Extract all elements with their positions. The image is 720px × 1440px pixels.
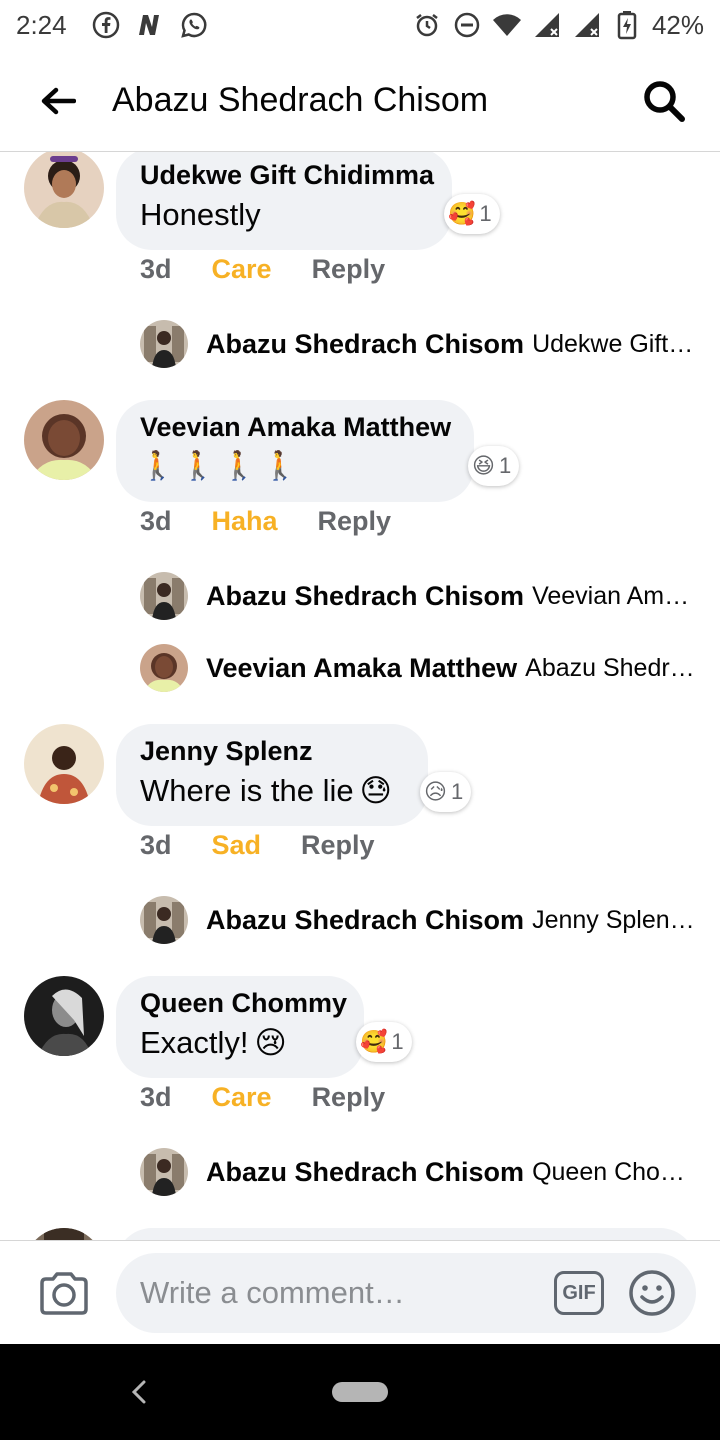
comment-author[interactable]: Udekwe Gift Chidimma bbox=[140, 160, 434, 191]
reaction-count-chip[interactable]: 😆 1 bbox=[468, 446, 520, 486]
page-title: Abazu Shedrach Chisom bbox=[112, 81, 489, 119]
avatar[interactable] bbox=[24, 724, 104, 804]
reply-button[interactable]: Reply bbox=[301, 830, 375, 861]
reply-author: Abazu Shedrach Chisom bbox=[206, 328, 525, 359]
reply-avatar bbox=[140, 320, 188, 368]
battery-percent: 42% bbox=[651, 9, 704, 40]
comment-time: 3d bbox=[140, 830, 172, 860]
reply-snippet: Veevian Am… bbox=[532, 581, 690, 610]
signal-icon-2 bbox=[572, 10, 602, 40]
comment-author[interactable]: Veevian Amaka Matthew bbox=[140, 412, 451, 443]
comment-feed[interactable]: Udekwe Gift Chidimma Honestly 🥰 1 3d Car… bbox=[0, 152, 720, 1240]
reply-author: Abazu Shedrach Chisom bbox=[206, 580, 525, 611]
avatar[interactable] bbox=[24, 152, 104, 228]
search-icon bbox=[644, 80, 685, 122]
system-status-icons: 42% bbox=[412, 10, 704, 41]
comment-time: 3d bbox=[140, 506, 172, 536]
sad-reaction-icon: 😥 bbox=[424, 779, 447, 804]
signal-icon bbox=[532, 10, 562, 40]
reaction-count: 1 bbox=[391, 1029, 404, 1054]
facebook-notification-icon bbox=[91, 10, 121, 40]
status-bar: 2:24 42% bbox=[0, 0, 720, 50]
reply-button[interactable]: Reply bbox=[312, 1082, 386, 1113]
care-reaction-icon: 🥰 bbox=[448, 201, 476, 226]
reply-avatar bbox=[140, 1148, 188, 1196]
system-nav-bar bbox=[0, 1344, 720, 1440]
camera-button[interactable] bbox=[36, 1265, 92, 1321]
reaction-count: 1 bbox=[498, 453, 512, 478]
reaction-count-chip[interactable]: 🥰 1 bbox=[356, 1022, 412, 1062]
camera-icon bbox=[40, 1271, 88, 1315]
reply-author: Abazu Shedrach Chisom bbox=[206, 1156, 525, 1187]
reply-button[interactable]: Reply bbox=[318, 506, 392, 537]
whatsapp-icon bbox=[179, 10, 209, 40]
reply-preview[interactable]: Veevian Amaka Matthew Abazu Shedr… bbox=[140, 644, 700, 692]
reply-author: Abazu Shedrach Chisom bbox=[206, 904, 525, 935]
alarm-icon bbox=[412, 10, 442, 40]
reply-avatar bbox=[140, 644, 188, 692]
wifi-icon bbox=[492, 10, 522, 40]
comment-actions: 3d Sad Reply bbox=[140, 830, 375, 861]
nav-home-pill[interactable] bbox=[332, 1382, 388, 1402]
comment-actions: 3d Haha Reply bbox=[140, 506, 391, 537]
reply-preview[interactable]: Abazu Shedrach Chisom Udekwe Gift… bbox=[140, 320, 700, 368]
reaction-button[interactable]: Haha bbox=[212, 506, 278, 537]
crying-face-emoji: 😢 bbox=[254, 1025, 287, 1060]
comment-author[interactable]: Queen Chommy bbox=[140, 988, 347, 1019]
reaction-button[interactable]: Care bbox=[212, 1082, 272, 1113]
reply-preview[interactable]: Abazu Shedrach Chisom Veevian Am… bbox=[140, 572, 700, 620]
do-not-disturb-icon bbox=[452, 10, 482, 40]
reply-snippet: Udekwe Gift… bbox=[532, 329, 694, 358]
comment-time: 3d bbox=[140, 1082, 172, 1112]
status-time: 2:24 bbox=[16, 9, 67, 40]
reply-preview[interactable]: Abazu Shedrach Chisom Queen Cho… bbox=[140, 1148, 700, 1196]
comment-actions: 3d Care Reply bbox=[140, 254, 385, 285]
avatar[interactable] bbox=[24, 400, 104, 480]
comment-author[interactable]: Jenny Splenz bbox=[140, 736, 404, 767]
battery-icon bbox=[612, 10, 642, 40]
nav-back-icon[interactable] bbox=[124, 1374, 154, 1410]
reply-author: Veevian Amaka Matthew bbox=[206, 652, 518, 683]
reply-snippet: Queen Cho… bbox=[532, 1157, 685, 1186]
comment-actions: 3d Care Reply bbox=[140, 1082, 385, 1113]
comment-text: 🚶🚶🚶🚶 bbox=[140, 450, 304, 481]
reaction-count: 1 bbox=[450, 779, 464, 804]
care-reaction-icon: 🥰 bbox=[360, 1029, 388, 1054]
comment-text: Honestly bbox=[140, 197, 261, 232]
comment-time: 3d bbox=[140, 254, 172, 284]
reaction-count-chip[interactable]: 🥰 1 bbox=[444, 194, 500, 234]
comment-bubble[interactable]: Queen Chommy Exactly! 😢 bbox=[116, 976, 364, 1078]
reaction-count-chip[interactable]: 😥 1 bbox=[420, 772, 472, 812]
reaction-button[interactable]: Care bbox=[212, 254, 272, 285]
reply-preview[interactable]: Abazu Shedrach Chisom Jenny Splen… bbox=[140, 896, 700, 944]
comment-bubble[interactable]: Jenny Splenz Where is the lie 😓 bbox=[116, 724, 428, 826]
reply-snippet: Jenny Splen… bbox=[532, 905, 695, 934]
back-button[interactable] bbox=[28, 71, 88, 131]
comment-text: Where is the lie 😓 bbox=[140, 773, 392, 808]
comment-bubble[interactable]: Udekwe Gift Chidimma Honestly bbox=[116, 152, 452, 250]
comment-text: Exactly! 😢 bbox=[140, 1025, 287, 1060]
avatar[interactable] bbox=[24, 1228, 104, 1240]
comment-bubble[interactable] bbox=[116, 1228, 696, 1240]
reply-avatar bbox=[140, 896, 188, 944]
reply-button[interactable]: Reply bbox=[312, 254, 386, 285]
avatar[interactable] bbox=[24, 976, 104, 1056]
app-header: Abazu Shedrach Chisom bbox=[0, 50, 720, 152]
reaction-button[interactable]: Sad bbox=[212, 830, 262, 861]
reply-avatar bbox=[140, 572, 188, 620]
comment-input[interactable] bbox=[116, 1253, 696, 1333]
comment-bubble[interactable]: Veevian Amaka Matthew 🚶🚶🚶🚶 bbox=[116, 400, 474, 502]
comment-composer: GIF bbox=[0, 1240, 720, 1344]
notification-icons bbox=[91, 10, 209, 40]
gif-button[interactable]: GIF bbox=[554, 1271, 604, 1315]
emoji-icon[interactable] bbox=[628, 1269, 676, 1317]
news-app-icon bbox=[135, 10, 165, 40]
back-arrow-icon bbox=[41, 87, 76, 114]
haha-reaction-icon: 😆 bbox=[472, 453, 495, 478]
reply-snippet: Abazu Shedr… bbox=[525, 653, 695, 682]
reaction-count: 1 bbox=[479, 201, 492, 226]
search-button[interactable] bbox=[638, 75, 690, 127]
downcast-sweat-emoji: 😓 bbox=[359, 773, 392, 808]
